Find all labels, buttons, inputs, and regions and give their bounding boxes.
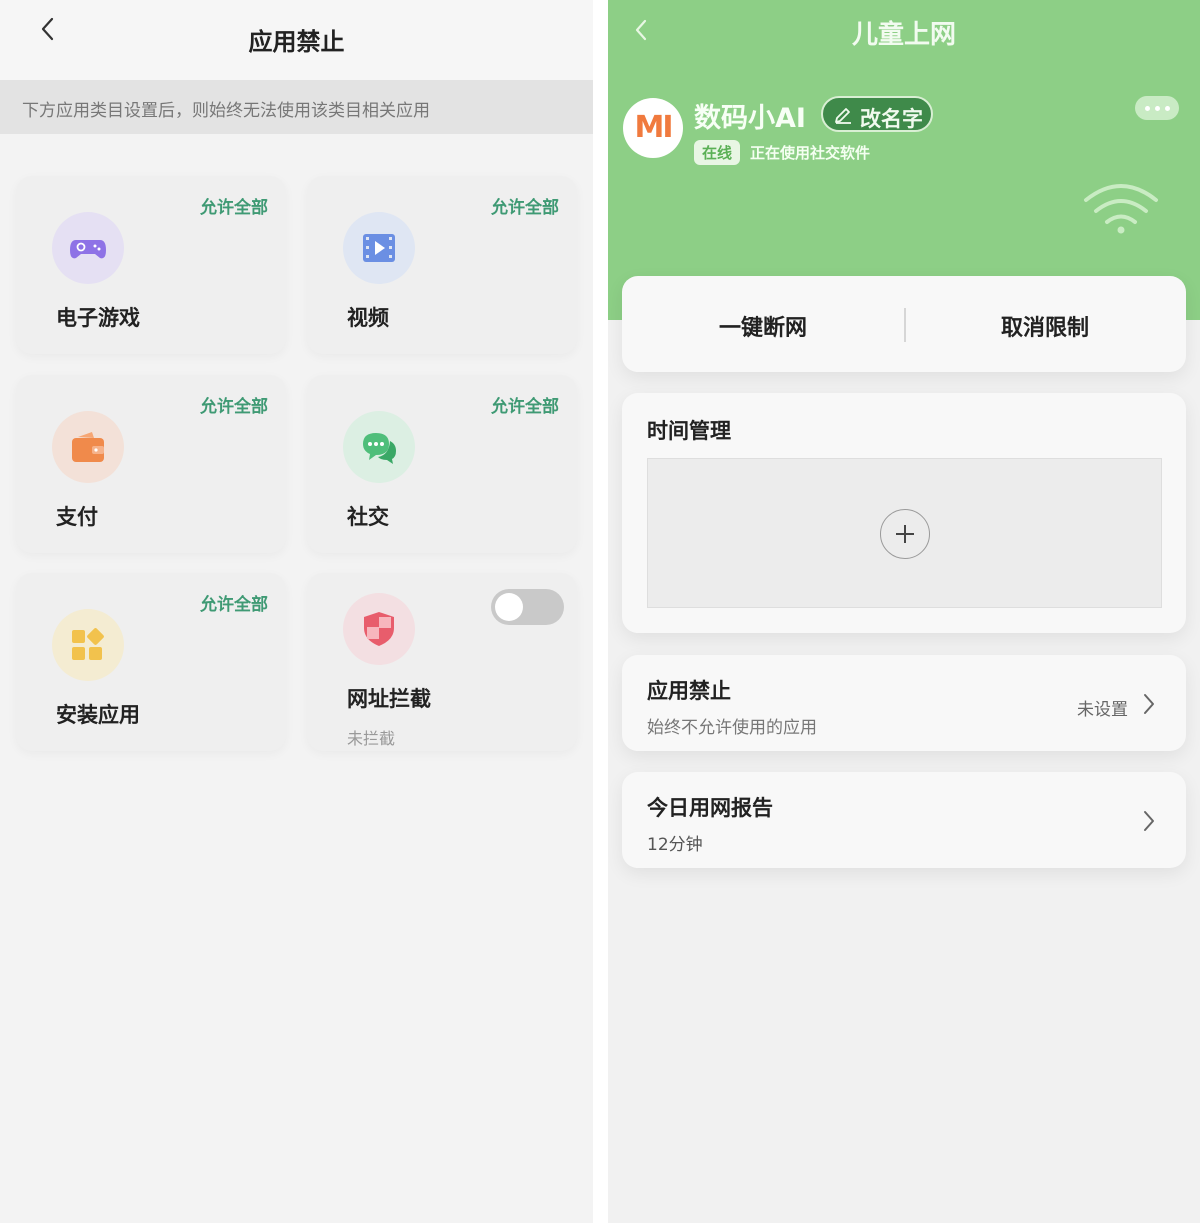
device-name: 数码小AI	[694, 103, 806, 134]
category-name: 安装应用	[56, 703, 140, 727]
cancel-limit-button[interactable]: 取消限制	[904, 310, 1186, 342]
wallet-icon	[52, 411, 124, 483]
header: 应用禁止	[0, 0, 593, 80]
notice-text: 下方应用类目设置后，则始终无法使用该类目相关应用	[22, 101, 430, 121]
time-schedule-area	[647, 458, 1162, 608]
category-card-social[interactable]: 允许全部 社交	[307, 375, 577, 553]
toggle-knob	[495, 593, 523, 621]
gamepad-icon	[52, 212, 124, 284]
allow-all-button[interactable]: 允许全部	[491, 193, 559, 218]
device-status-text: 正在使用社交软件	[750, 144, 871, 162]
category-card-games[interactable]: 允许全部 电子游戏	[16, 176, 286, 354]
device-avatar: MI	[623, 98, 683, 158]
time-management-card: 时间管理	[622, 393, 1186, 633]
category-name: 电子游戏	[56, 306, 140, 330]
quick-actions-card: 一键断网 取消限制	[622, 276, 1186, 372]
url-block-status: 未拦截	[347, 729, 396, 748]
disconnect-button[interactable]: 一键断网	[622, 310, 904, 342]
daily-report-row[interactable]: 今日用网报告 12分钟	[622, 772, 1186, 868]
url-block-card[interactable]: 网址拦截 未拦截	[307, 573, 577, 751]
report-value: 12分钟	[647, 835, 703, 855]
rename-button[interactable]: 改名字	[821, 96, 933, 132]
category-card-payment[interactable]: 允许全部 支付	[16, 375, 286, 553]
page-title: 应用禁止	[248, 28, 345, 56]
app-block-screen: 应用禁止 下方应用类目设置后，则始终无法使用该类目相关应用 允许全部 电子游戏 …	[0, 0, 593, 1223]
notice-bar: 下方应用类目设置后，则始终无法使用该类目相关应用	[0, 80, 593, 134]
chevron-right-icon	[1144, 694, 1154, 714]
allow-all-button[interactable]: 允许全部	[200, 392, 268, 417]
report-title: 今日用网报告	[647, 796, 773, 820]
allow-all-button[interactable]: 允许全部	[491, 392, 559, 417]
apps-icon	[52, 609, 124, 681]
app-block-title: 应用禁止	[647, 679, 731, 703]
app-block-row[interactable]: 应用禁止 始终不允许使用的应用 未设置	[622, 655, 1186, 751]
page-title: 儿童上网	[851, 20, 956, 50]
online-badge: 在线	[694, 140, 741, 165]
rename-label: 改名字	[860, 107, 923, 131]
pencil-icon	[835, 108, 851, 124]
wifi-icon	[1084, 184, 1158, 234]
category-name: 视频	[347, 306, 389, 330]
chat-icon	[343, 411, 415, 483]
panel-divider	[593, 0, 608, 1223]
child-internet-screen: 儿童上网 MI 数码小AI 改名字 在线 正在使用社交软件 一键断网 取消限制 …	[608, 0, 1200, 1223]
time-management-title: 时间管理	[647, 419, 731, 443]
chevron-right-icon	[1144, 811, 1154, 831]
url-block-toggle[interactable]	[491, 589, 564, 625]
allow-all-button[interactable]: 允许全部	[200, 590, 268, 615]
app-block-value: 未设置	[1077, 700, 1128, 720]
allow-all-button[interactable]: 允许全部	[200, 193, 268, 218]
more-icon[interactable]	[1135, 96, 1179, 120]
category-card-install-apps[interactable]: 允许全部 安装应用	[16, 573, 286, 751]
category-name: 网址拦截	[347, 687, 431, 711]
video-icon	[343, 212, 415, 284]
add-time-icon[interactable]	[880, 509, 930, 559]
category-name: 社交	[347, 505, 389, 529]
category-name: 支付	[56, 505, 98, 529]
mi-logo-icon: MI	[634, 110, 673, 145]
shield-icon	[343, 593, 415, 665]
app-block-subtitle: 始终不允许使用的应用	[647, 718, 817, 738]
category-card-video[interactable]: 允许全部 视频	[307, 176, 577, 354]
